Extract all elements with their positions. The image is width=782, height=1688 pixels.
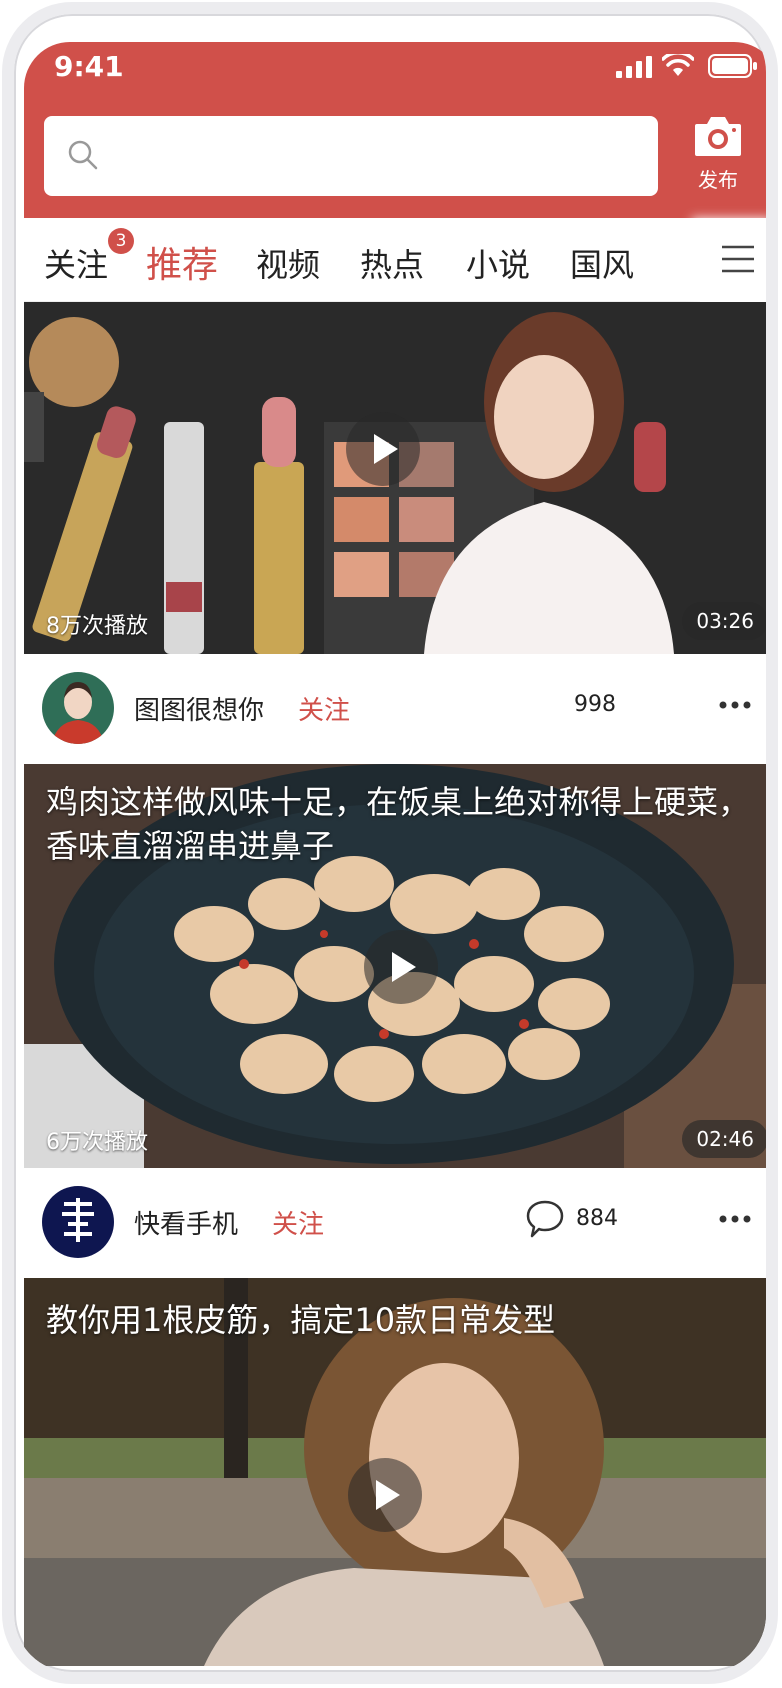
- play-button[interactable]: [346, 412, 420, 486]
- wifi-icon: [662, 54, 694, 76]
- more-icon[interactable]: [718, 700, 752, 710]
- video-duration: 03:26: [682, 602, 766, 640]
- search-input[interactable]: [114, 136, 634, 176]
- avatar[interactable]: [42, 672, 114, 744]
- avatar[interactable]: [42, 1186, 114, 1258]
- tab-hot[interactable]: 热点: [360, 240, 424, 286]
- more-icon[interactable]: [718, 1214, 752, 1224]
- menu-button[interactable]: [700, 218, 766, 302]
- tab-recommend[interactable]: 推荐: [146, 236, 218, 288]
- menu-icon: [722, 245, 754, 273]
- author-row: 快看手机 关注 884: [24, 1168, 766, 1278]
- play-button[interactable]: [348, 1458, 422, 1532]
- follow-button[interactable]: 关注: [298, 690, 350, 727]
- status-bar: 9:41: [24, 42, 766, 104]
- search-box[interactable]: [44, 116, 658, 196]
- comment-count: 884: [576, 1206, 618, 1231]
- follow-button[interactable]: 关注: [272, 1204, 324, 1241]
- view-count: 8万次播放: [46, 614, 148, 639]
- play-button[interactable]: [364, 930, 438, 1004]
- play-icon: [392, 952, 416, 982]
- tab-guofeng[interactable]: 国风: [570, 240, 634, 286]
- play-icon: [374, 434, 398, 464]
- video-card[interactable]: 鸡肉这样做风味十足，在饭桌上绝对称得上硬菜， 香味直溜溜串进鼻子 6万次播放 0…: [24, 764, 766, 1168]
- status-time: 9:41: [54, 50, 124, 83]
- view-count: 6万次播放: [46, 1130, 148, 1155]
- phone-frame: 9:41 发布 关注 3 推荐 视频 热点 小说 国风 8万次播放 03:26 …: [2, 2, 778, 1684]
- signal-icon: [616, 56, 652, 78]
- like-count: 998: [574, 692, 616, 717]
- video-card[interactable]: 教你用1根皮筋，搞定10款日常发型: [24, 1278, 766, 1666]
- category-tabs: 关注 3 推荐 视频 热点 小说 国风: [24, 218, 766, 302]
- comment-icon[interactable]: [524, 1198, 566, 1240]
- screen: 9:41 发布 关注 3 推荐 视频 热点 小说 国风 8万次播放 03:26 …: [24, 42, 766, 1666]
- publish-label: 发布: [698, 168, 738, 192]
- camera-icon: [695, 117, 741, 156]
- author-row: 图图很想你 关注 998: [24, 654, 766, 764]
- video-title[interactable]: 鸡肉这样做风味十足，在饭桌上绝对称得上硬菜， 香味直溜溜串进鼻子: [46, 780, 760, 868]
- follow-badge: 3: [108, 228, 134, 254]
- video-title[interactable]: 教你用1根皮筋，搞定10款日常发型: [46, 1298, 760, 1342]
- author-name[interactable]: 图图很想你: [134, 690, 264, 727]
- search-icon: [68, 140, 98, 170]
- author-name[interactable]: 快看手机: [134, 1204, 238, 1241]
- video-card[interactable]: 8万次播放 03:26: [24, 302, 766, 654]
- video-duration: 02:46: [682, 1120, 766, 1158]
- tab-novel[interactable]: 小说: [466, 240, 530, 286]
- header: 9:41 发布: [24, 42, 766, 218]
- battery-icon: [708, 54, 757, 78]
- tab-video[interactable]: 视频: [256, 240, 320, 286]
- publish-button[interactable]: 发布: [668, 112, 766, 212]
- tab-follow[interactable]: 关注: [44, 240, 108, 286]
- play-icon: [376, 1480, 400, 1510]
